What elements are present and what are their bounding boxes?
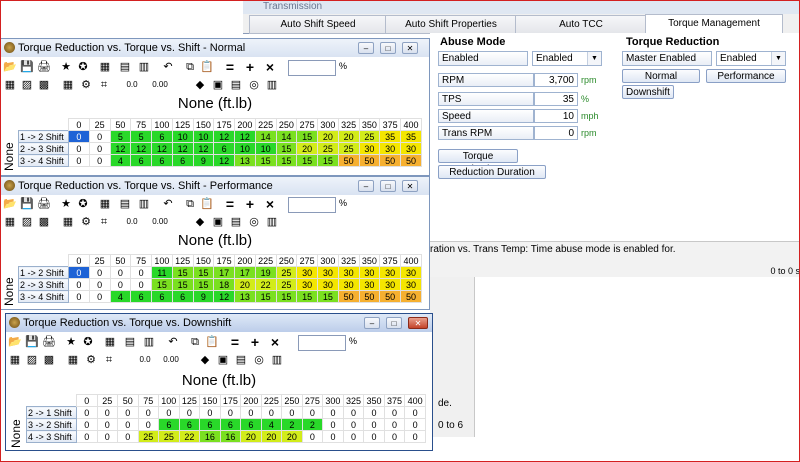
screenshot-frame bbox=[0, 0, 800, 462]
